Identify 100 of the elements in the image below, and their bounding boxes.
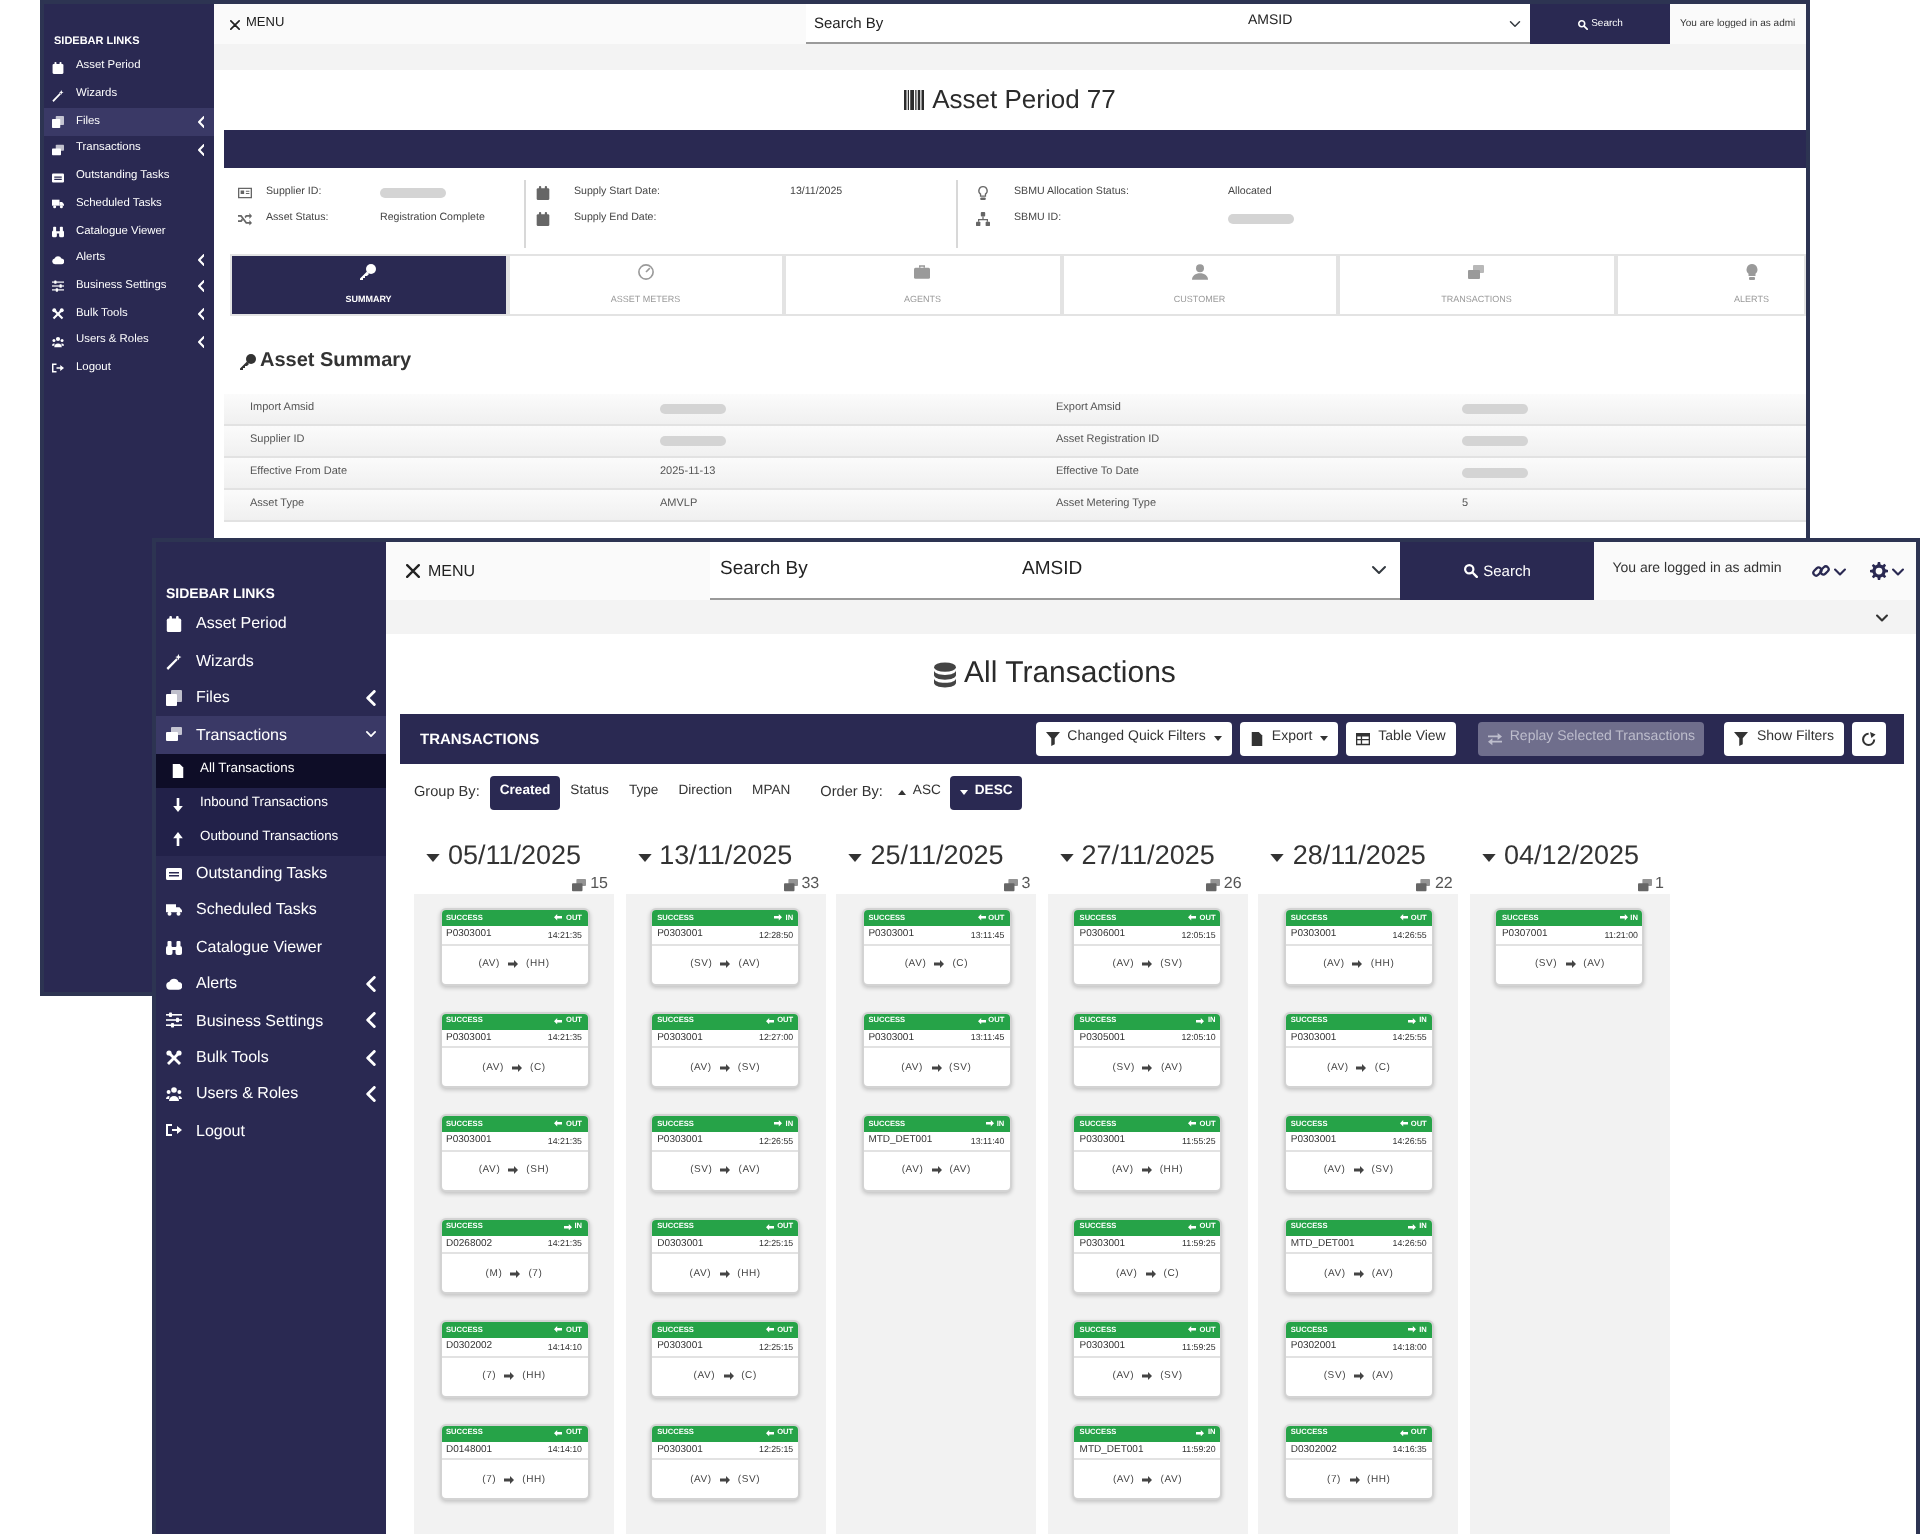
list-icon: [52, 171, 64, 184]
chevron-left-icon[interactable]: [197, 253, 204, 266]
user-icon: [1191, 264, 1208, 280]
arrow-right-icon: [1408, 1017, 1417, 1025]
transaction-count: 26: [1223, 874, 1242, 894]
cards-icon: [166, 726, 182, 743]
transaction-count: 3: [1021, 874, 1031, 894]
binoculars-icon: [166, 939, 182, 956]
transaction-count: 15: [590, 874, 608, 894]
sidebar-link[interactable]: Wizards: [156, 642, 386, 680]
refresh-button[interactable]: [1852, 722, 1886, 756]
shuffle-icon: [238, 212, 252, 226]
calendar-icon: [166, 616, 182, 633]
sidebar-link[interactable]: Transactions: [156, 716, 386, 754]
sidebar-link[interactable]: Files: [156, 679, 386, 717]
arrow-left-icon: [554, 914, 563, 922]
lightbulb-icon: [1743, 264, 1760, 280]
exchange-icon: [1487, 732, 1502, 746]
chevron-down-icon[interactable]: [366, 726, 376, 743]
key-icon: [360, 264, 377, 280]
group-date: 05/11/2025: [448, 840, 582, 874]
cards-icon: [1637, 877, 1652, 891]
arrow-left-icon: [1399, 1429, 1408, 1437]
chevron-left-icon[interactable]: [366, 1012, 376, 1029]
caret-down-icon[interactable]: [848, 853, 863, 861]
group-date: 13/11/2025: [659, 840, 793, 874]
arrow-right-icon: [1145, 1269, 1156, 1277]
arrow-left-icon: [1188, 1223, 1197, 1231]
cards-icon: [52, 143, 64, 156]
sidebar-link[interactable]: Asset Period: [156, 606, 386, 643]
arrow-left-icon: [1399, 1120, 1408, 1128]
sidebar-link[interactable]: Outstanding Tasks: [156, 855, 386, 892]
arrow-left-icon: [554, 1017, 563, 1025]
caret-down-icon[interactable]: [1270, 853, 1285, 861]
arrow-right-icon: [1352, 960, 1363, 968]
table-icon: [1356, 732, 1371, 746]
chevron-left-icon[interactable]: [197, 335, 204, 348]
cards-icon: [783, 877, 798, 891]
sidebar-link[interactable]: Bulk Tools: [156, 1039, 386, 1076]
arrow-left-icon: [766, 1326, 775, 1334]
arrow-right-icon: [1141, 1166, 1152, 1174]
cards-icon: [1468, 264, 1485, 280]
cards-icon: [1416, 877, 1431, 891]
caret-down-icon[interactable]: [426, 853, 440, 861]
arrow-right-icon: [719, 1063, 730, 1071]
chevron-left-icon[interactable]: [197, 308, 204, 321]
sidebar-link[interactable]: Scheduled Tasks: [156, 891, 386, 929]
filter-icon: [1734, 732, 1749, 746]
sidebar-link[interactable]: Alerts: [156, 965, 386, 1003]
arrow-left-icon: [1399, 914, 1408, 922]
wand-icon: [52, 89, 64, 102]
chevron-left-icon[interactable]: [366, 1086, 376, 1103]
group-date: 27/11/2025: [1081, 840, 1215, 874]
caret-down-icon[interactable]: [1481, 853, 1496, 861]
group-date: 04/12/2025: [1503, 840, 1640, 874]
sidebar-link[interactable]: Business Settings: [156, 1002, 386, 1040]
link-icon: [1811, 562, 1829, 580]
key-icon: [240, 354, 256, 370]
chevron-left-icon[interactable]: [197, 280, 204, 293]
file-icon: [172, 763, 184, 778]
chevron-left-icon[interactable]: [197, 143, 204, 156]
chevron-left-icon[interactable]: [197, 116, 204, 129]
sliders-icon: [52, 280, 64, 293]
chevron-left-icon[interactable]: [366, 975, 376, 992]
sidebar-link[interactable]: Logout: [156, 1112, 386, 1150]
search-icon: [1463, 564, 1478, 578]
chevron-left-icon[interactable]: [366, 1049, 376, 1066]
barcode-icon: [904, 90, 925, 110]
arrow-left-icon: [766, 1223, 775, 1231]
sidebar-link[interactable]: Catalogue Viewer: [156, 928, 386, 966]
arrow-right-icon: [1142, 960, 1153, 968]
logout-icon: [166, 1122, 182, 1139]
arrow-right-icon: [508, 960, 519, 968]
sliders-icon: [166, 1012, 182, 1029]
caret-down-icon[interactable]: [1059, 853, 1074, 861]
search-field[interactable]: Search By: [710, 542, 1010, 600]
sitemap-icon: [976, 212, 990, 226]
users-icon: [52, 335, 64, 348]
arrow-right-icon: [1565, 960, 1576, 968]
logout-icon: [52, 362, 64, 375]
sidebar-link[interactable]: Users & Roles: [156, 1075, 386, 1113]
chevron-down-icon[interactable]: [1876, 613, 1888, 621]
caret-down-icon[interactable]: [637, 853, 652, 861]
gauge-icon: [637, 264, 654, 280]
arrow-right-icon: [934, 960, 945, 968]
menu-button[interactable]: MENU: [386, 542, 710, 600]
binoculars-icon: [52, 225, 64, 238]
truck-icon: [166, 902, 182, 919]
search-type-select[interactable]: AMSID: [1010, 542, 1400, 600]
arrow-left-icon: [766, 1429, 775, 1437]
arrow-right-icon: [508, 1166, 519, 1174]
arrow-right-icon: [1619, 914, 1628, 922]
arrow-left-icon: [554, 1326, 563, 1334]
arrow-right-icon: [985, 1120, 994, 1128]
arrow-right-icon: [1356, 1063, 1367, 1071]
chevron-left-icon[interactable]: [366, 689, 376, 706]
arrow-right-icon: [1354, 1372, 1365, 1380]
search-icon: [1577, 19, 1588, 29]
arrow-right-icon: [931, 1063, 941, 1071]
group-date: 25/11/2025: [870, 840, 1004, 874]
